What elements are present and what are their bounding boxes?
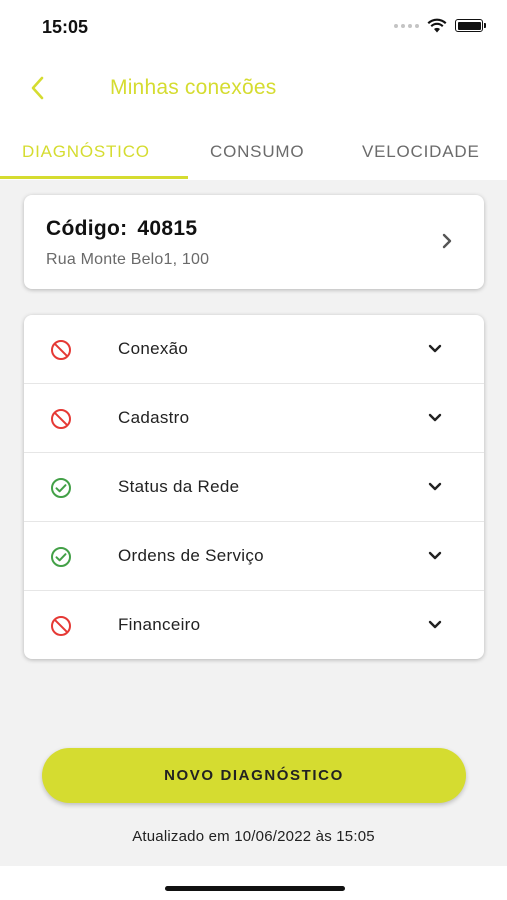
check-circle-icon [51,478,71,498]
status-icons [394,18,486,33]
chevron-left-icon [31,76,44,100]
diagnostic-label: Cadastro [118,408,190,427]
new-diagnostic-button[interactable]: NOVO DIAGNÓSTICO [42,748,466,803]
last-updated-text: Atualizado em 10/06/2022 às 15:05 [132,828,375,845]
code-label: Código: [46,217,128,240]
nav-header: Minhas conexões [0,60,507,116]
check-circle-icon [51,547,71,567]
page-title: Minhas conexões [110,76,277,99]
active-tab-indicator [0,176,188,179]
diagnostic-label: Status da Rede [118,477,240,496]
status-bar: 15:05 [0,0,507,52]
diagnostic-label: Ordens de Serviço [118,546,264,565]
home-bar [0,866,507,900]
back-button[interactable] [22,72,52,104]
chevron-down-icon [428,413,442,422]
chevron-down-icon [428,551,442,560]
tab-consumo[interactable]: CONSUMO [210,132,304,180]
block-icon [51,340,71,360]
tab-velocidade[interactable]: VELOCIDADE [362,132,480,180]
connection-address: Rua Monte Belo1, 100 [46,251,210,268]
diagnostic-row-status-da-rede[interactable]: Status da Rede [24,453,484,522]
diagnostic-label: Conexão [118,339,189,358]
diagnostics-list: Conexão Cadastro Status da Rede Ordens d… [24,315,484,659]
diagnostic-row-ordens-de-servico[interactable]: Ordens de Serviço [24,522,484,591]
connection-code: Código: 40815 [46,217,197,241]
chevron-right-icon [442,233,452,249]
home-indicator[interactable] [165,886,345,891]
connection-card[interactable]: Código: 40815 Rua Monte Belo1, 100 [24,195,484,289]
wifi-icon [427,18,447,33]
chevron-down-icon [428,482,442,491]
chevron-down-icon [428,620,442,629]
tab-bar: DIAGNÓSTICO CONSUMO VELOCIDADE [0,132,507,180]
chevron-down-icon [428,344,442,353]
block-icon [51,409,71,429]
status-time: 15:05 [42,17,89,37]
diagnostic-row-financeiro[interactable]: Financeiro [24,591,484,659]
diagnostic-row-conexao[interactable]: Conexão [24,315,484,384]
cellular-signal-icon [394,23,419,28]
diagnostic-label: Financeiro [118,615,201,634]
top-area: 15:05 Minhas conexões DIAGNÓSTICO CONSUM… [0,0,507,180]
code-value: 40815 [137,217,198,240]
diagnostic-row-cadastro[interactable]: Cadastro [24,384,484,453]
battery-icon [455,19,486,32]
tab-diagnostico[interactable]: DIAGNÓSTICO [22,132,150,180]
block-icon [51,616,71,636]
